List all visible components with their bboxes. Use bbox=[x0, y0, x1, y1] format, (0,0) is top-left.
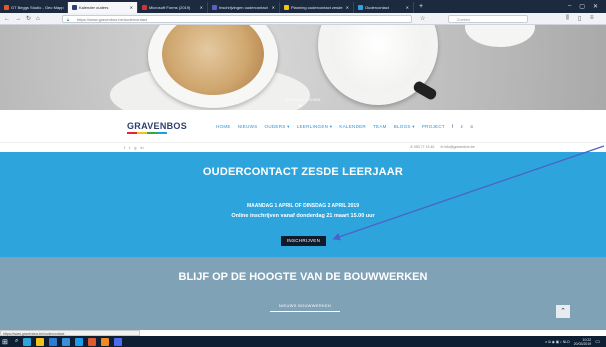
menu-item-kalender[interactable]: KALENDER bbox=[339, 124, 366, 130]
twitter-icon[interactable]: t bbox=[129, 145, 130, 150]
search-icon[interactable]: ⌕ bbox=[15, 338, 18, 345]
maximize-icon[interactable]: ▢ bbox=[579, 3, 585, 10]
browser-tab[interactable]: GT Beggs Studio - Geo Mapp ✕ bbox=[0, 2, 68, 13]
search-icon[interactable]: ⌕ bbox=[460, 124, 463, 130]
browser-tab-strip: GT Beggs Studio - Geo Mapp ✕ Kalender ou… bbox=[0, 0, 606, 13]
address-text: https://www.gravenbos.be/oudercontact bbox=[77, 17, 148, 22]
chevron-down-icon[interactable]: ⌄ bbox=[296, 100, 304, 110]
menu-item-ouders[interactable]: OUDERS ▾ bbox=[265, 124, 290, 130]
tab-title: Inschrijvingen oudercontact bbox=[219, 5, 268, 10]
browser-tab[interactable]: Inschrijvingen oudercontact ✕ bbox=[208, 2, 280, 13]
taskbar-app-icon[interactable] bbox=[62, 337, 71, 346]
bouwwerken-section: BLIJF OP DE HOOGTE VAN DE BOUWWERKEN NIE… bbox=[0, 257, 606, 330]
event-dates: MAANDAG 1 APRIL OF DINSDAG 2 APRIL 2019 bbox=[247, 203, 359, 209]
tab-favicon-icon bbox=[284, 5, 289, 10]
windows-start-icon[interactable]: ⊞ bbox=[2, 338, 10, 346]
back-to-top-button[interactable]: ⌃ bbox=[556, 305, 570, 318]
close-window-icon[interactable]: ✕ bbox=[593, 3, 598, 10]
oudercontact-section: OUDERCONTACT ZESDE LEERJAAR MAANDAG 1 AP… bbox=[0, 152, 606, 257]
tab-favicon-icon bbox=[212, 5, 217, 10]
logo-color-bar bbox=[127, 132, 167, 134]
social-links: f t g in bbox=[124, 145, 144, 150]
tab-favicon-icon bbox=[358, 5, 363, 10]
forward-icon[interactable]: → bbox=[15, 16, 21, 22]
taskbar-app-icon[interactable] bbox=[23, 337, 32, 346]
hero-image: SCROLL DOWN ⌄ bbox=[0, 25, 606, 110]
registration-info: Online inschrijven vanaf donderdag 21 ma… bbox=[231, 213, 375, 219]
tab-favicon-icon bbox=[72, 5, 77, 10]
taskbar: ⊞ ⌕ ∧ ⧉ ◉ ▣ ♪ NLD 10:22 20/03/2019 ▭ bbox=[0, 336, 606, 347]
site-logo[interactable]: GRAVENBOS bbox=[127, 121, 187, 131]
search-input[interactable]: Zoeken bbox=[448, 15, 528, 23]
taskbar-app-icon[interactable] bbox=[49, 337, 58, 346]
site-header: GRAVENBOS HOME NIEUWS OUDERS ▾ LEERLINGE… bbox=[0, 110, 606, 142]
reload-icon[interactable]: ↻ bbox=[26, 15, 31, 22]
taskbar-app-icon[interactable] bbox=[114, 337, 123, 346]
tab-title: Kalender ouders bbox=[79, 5, 109, 10]
library-icon[interactable]: ⫼ bbox=[566, 15, 569, 22]
browser-tab[interactable]: Microsoft Forms (2019) ✕ bbox=[138, 2, 208, 13]
menu-item-home[interactable]: HOME bbox=[216, 124, 231, 130]
search-placeholder: Zoeken bbox=[457, 17, 471, 22]
taskbar-app-icon[interactable] bbox=[101, 337, 110, 346]
menu-item-blogs[interactable]: BLOGS ▾ bbox=[394, 124, 415, 130]
facebook-icon[interactable]: f bbox=[452, 124, 454, 130]
new-tab-icon[interactable]: + bbox=[414, 3, 423, 10]
section-title: OUDERCONTACT ZESDE LEERJAAR bbox=[202, 166, 404, 178]
tab-favicon-icon bbox=[142, 5, 147, 10]
taskbar-app-icon[interactable] bbox=[75, 337, 84, 346]
menu-item-team[interactable]: TEAM bbox=[373, 124, 387, 130]
contact-info: ✆ 053 77 13 40 ✉ info@gravenbos.be bbox=[410, 145, 475, 149]
notifications-icon[interactable]: ▭ bbox=[595, 339, 600, 345]
taskbar-app-icon[interactable] bbox=[88, 337, 97, 346]
close-tab-icon[interactable]: ✕ bbox=[269, 5, 275, 10]
sidebar-icon[interactable]: ▯ bbox=[578, 15, 581, 22]
menu-icon[interactable]: ≡ bbox=[590, 15, 594, 21]
clock[interactable]: 10:22 20/03/2019 bbox=[574, 338, 592, 346]
address-bar[interactable]: 🔒︎ https://www.gravenbos.be/oudercontact bbox=[62, 15, 412, 23]
section-title: BLIJF OP DE HOOGTE VAN DE BOUWWERKEN bbox=[178, 271, 428, 283]
tab-title: Planning oudercontact zesde bbox=[291, 5, 343, 10]
menu-item-leerlingen[interactable]: LEERLINGEN ▾ bbox=[297, 124, 333, 130]
system-tray: ∧ ⧉ ◉ ▣ ♪ NLD 10:22 20/03/2019 ▭ bbox=[545, 336, 600, 347]
google-icon[interactable]: g bbox=[134, 145, 136, 150]
menu-item-nieuws[interactable]: NIEUWS bbox=[238, 124, 258, 130]
linkedin-icon[interactable]: in bbox=[140, 145, 143, 150]
lock-icon: 🔒︎ bbox=[67, 17, 70, 22]
close-tab-icon[interactable]: ✕ bbox=[197, 5, 203, 10]
email-address[interactable]: ✉ info@gravenbos.be bbox=[440, 145, 474, 149]
window-controls: – ▢ ✕ bbox=[568, 3, 606, 10]
signup-button[interactable]: INSCHRIJVEN bbox=[281, 236, 326, 246]
browser-tab[interactable]: Planning oudercontact zesde ✕ bbox=[280, 2, 354, 13]
close-tab-icon[interactable]: ✕ bbox=[403, 5, 409, 10]
tab-title: Oudercontact bbox=[365, 5, 390, 10]
browser-tab[interactable]: Oudercontact ✕ bbox=[354, 2, 414, 13]
tab-favicon-icon bbox=[4, 5, 9, 10]
info-strip: f t g in ✆ 053 77 13 40 ✉ info@gravenbos… bbox=[0, 142, 606, 152]
news-link[interactable]: NIEUWS BOUWWERKEN bbox=[270, 303, 340, 312]
clock-date: 20/03/2019 bbox=[573, 341, 592, 346]
home-icon[interactable]: ⌂ bbox=[36, 16, 40, 22]
back-icon[interactable]: ← bbox=[4, 16, 10, 22]
taskbar-app-icon[interactable] bbox=[36, 337, 45, 346]
tab-title: Microsoft Forms (2019) bbox=[149, 5, 191, 10]
browser-toolbar: ← → ↻ ⌂ 🔒︎ https://www.gravenbos.be/oude… bbox=[0, 13, 606, 25]
close-tab-icon[interactable]: ✕ bbox=[127, 5, 133, 10]
facebook-icon[interactable]: f bbox=[124, 145, 125, 150]
bookmark-star-icon[interactable]: ☆ bbox=[420, 15, 425, 22]
phone-number[interactable]: ✆ 053 77 13 40 bbox=[410, 145, 434, 149]
minimize-icon[interactable]: – bbox=[568, 3, 571, 10]
browser-tab-active[interactable]: Kalender ouders ✕ bbox=[68, 2, 138, 13]
tray-icons[interactable]: ∧ ⧉ ◉ ▣ ♪ NLD bbox=[545, 340, 570, 344]
cup-image bbox=[465, 25, 535, 47]
close-tab-icon[interactable]: ✕ bbox=[343, 5, 349, 10]
menu-item-project[interactable]: PROJECT bbox=[422, 124, 445, 130]
main-menu: HOME NIEUWS OUDERS ▾ LEERLINGEN ▾ KALEND… bbox=[216, 124, 473, 130]
tab-title: GT Beggs Studio - Geo Mapp bbox=[11, 5, 64, 10]
hamburger-menu-icon[interactable]: ≡ bbox=[470, 124, 473, 130]
